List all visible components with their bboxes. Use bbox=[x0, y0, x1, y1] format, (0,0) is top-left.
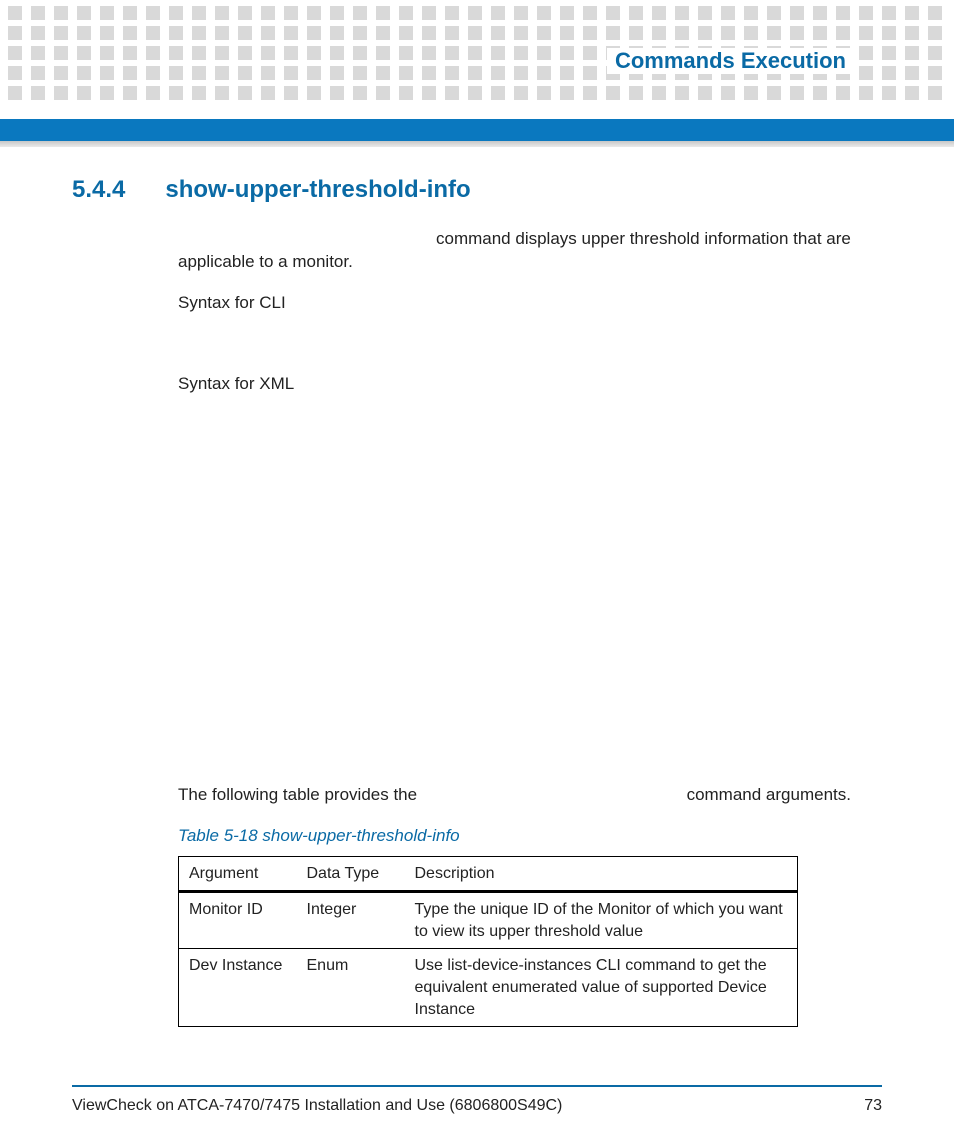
args-sentence-a: The following table provides the bbox=[178, 785, 417, 804]
th-datatype: Data Type bbox=[297, 856, 405, 892]
cell-description: Type the unique ID of the Monitor of whi… bbox=[405, 892, 798, 949]
cell-description: Use list-device-instances CLI command to… bbox=[405, 949, 798, 1027]
page-header-title: Commands Execution bbox=[607, 48, 854, 74]
cell-argument: Monitor ID bbox=[179, 892, 297, 949]
page-footer: ViewCheck on ATCA-7470/7475 Installation… bbox=[72, 1085, 882, 1115]
args-sentence: The following table provides the command… bbox=[178, 784, 882, 807]
threshold-args-table: Argument Data Type Description Monitor I… bbox=[178, 856, 798, 1028]
intro-line-2: applicable to a monitor. bbox=[178, 251, 882, 274]
header-divider-bar bbox=[0, 119, 954, 141]
table-header-row: Argument Data Type Description bbox=[179, 856, 798, 892]
cell-argument: Dev Instance bbox=[179, 949, 297, 1027]
th-description: Description bbox=[405, 856, 798, 892]
syntax-xml-label: Syntax for XML bbox=[178, 373, 882, 396]
footer-doc-title: ViewCheck on ATCA-7470/7475 Installation… bbox=[72, 1097, 562, 1115]
table-row: Dev Instance Enum Use list-device-instan… bbox=[179, 949, 798, 1027]
intro-paragraph: command displays upper threshold informa… bbox=[178, 228, 882, 274]
footer-page-number: 73 bbox=[864, 1097, 882, 1115]
section-number: 5.4.4 bbox=[72, 176, 125, 204]
section-heading: 5.4.4 show-upper-threshold-info bbox=[72, 176, 882, 204]
args-sentence-b: command arguments. bbox=[687, 785, 851, 804]
footer-rule bbox=[72, 1085, 882, 1087]
cell-datatype: Enum bbox=[297, 949, 405, 1027]
section-title: show-upper-threshold-info bbox=[165, 176, 470, 204]
table-row: Monitor ID Integer Type the unique ID of… bbox=[179, 892, 798, 949]
table-caption: Table 5-18 show-upper-threshold-info bbox=[178, 825, 882, 848]
intro-line-1: command displays upper threshold informa… bbox=[436, 228, 882, 251]
th-argument: Argument bbox=[179, 856, 297, 892]
cell-datatype: Integer bbox=[297, 892, 405, 949]
syntax-cli-label: Syntax for CLI bbox=[178, 292, 882, 315]
